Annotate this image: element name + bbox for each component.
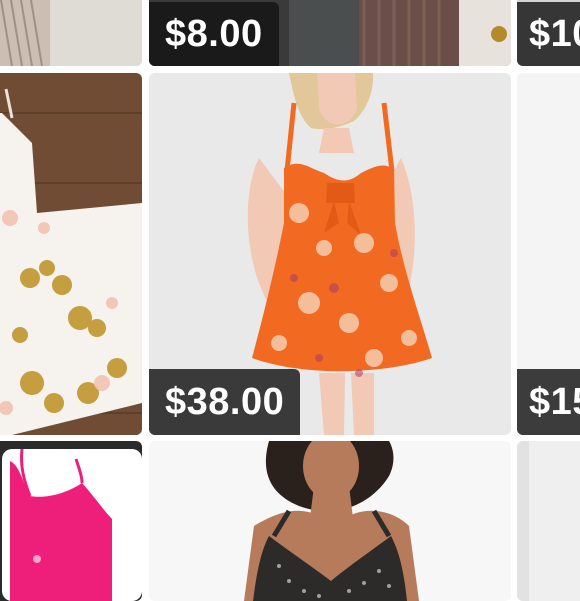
listing-photo <box>0 73 142 435</box>
listing-tile[interactable] <box>0 73 142 435</box>
listing-tile[interactable] <box>517 441 580 601</box>
price-badge: $8.00 <box>149 2 279 66</box>
listing-tile[interactable] <box>149 441 511 601</box>
listing-tile[interactable] <box>0 0 142 66</box>
listing-photo <box>149 441 511 601</box>
price-badge: $15 <box>517 369 580 435</box>
listing-tile[interactable]: $10 <box>517 0 580 66</box>
listing-photo <box>0 0 142 66</box>
listing-tile[interactable] <box>0 441 142 601</box>
listing-tile[interactable]: $8.00 <box>149 0 511 66</box>
listing-tile[interactable]: $38.00 <box>149 73 511 435</box>
listing-photo <box>517 441 580 601</box>
listing-photo <box>0 441 142 601</box>
listing-tile[interactable]: $15 <box>517 73 580 435</box>
listing-grid: $8.00 $10 <box>0 0 580 601</box>
price-badge: $38.00 <box>149 369 301 435</box>
price-badge: $10 <box>517 2 580 66</box>
